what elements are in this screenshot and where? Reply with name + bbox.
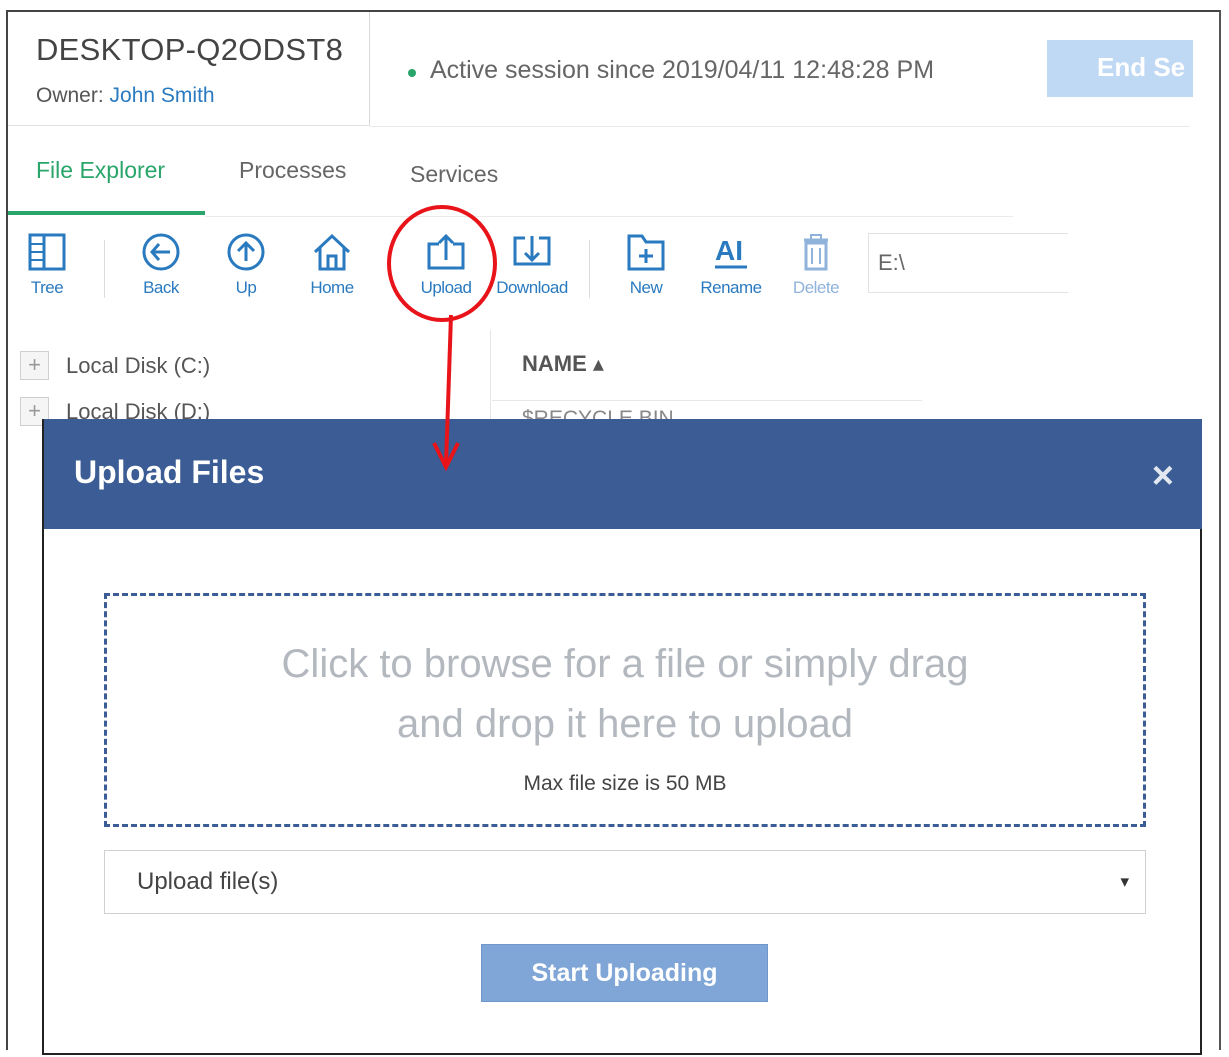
up-arrow-icon	[227, 233, 265, 271]
owner-name-link[interactable]: John Smith	[110, 84, 215, 107]
tree-node-label: Local Disk (C:)	[66, 352, 211, 378]
path-input[interactable]	[868, 233, 1068, 293]
tab-processes[interactable]: Processes	[239, 157, 346, 184]
annotation-arrow-icon	[432, 315, 460, 472]
tab-file-explorer[interactable]: File Explorer	[36, 157, 165, 184]
back-arrow-icon	[142, 233, 180, 271]
rename-label: Rename	[700, 278, 762, 297]
expand-icon[interactable]: +	[20, 351, 49, 380]
session-text: Active session since 2019/04/11 12:48:28…	[430, 56, 935, 84]
header-row-divider	[492, 400, 922, 401]
delete-label: Delete	[792, 278, 840, 297]
device-header: DESKTOP-Q2ODST8 Owner: John Smith	[8, 12, 370, 126]
tabs-divider	[205, 216, 1013, 217]
device-hostname: DESKTOP-Q2ODST8	[36, 32, 344, 67]
toolbar-separator	[104, 240, 105, 298]
new-label: New	[629, 278, 663, 297]
svg-text:AI: AI	[715, 235, 743, 266]
back-button[interactable]: Back	[123, 232, 199, 304]
pane-divider	[490, 330, 491, 430]
download-icon	[513, 236, 551, 266]
upload-files-dialog: Upload Files × Click to browse for a fil…	[42, 419, 1202, 1055]
chevron-down-icon: ▾	[1120, 872, 1129, 891]
end-session-button[interactable]: End Se	[1047, 40, 1193, 97]
dialog-title: Upload Files	[74, 454, 265, 490]
owner-label: Owner:	[36, 84, 104, 107]
close-icon[interactable]: ×	[1152, 457, 1174, 495]
max-file-size-note: Max file size is 50 MB	[523, 772, 727, 795]
home-label: Home	[310, 278, 354, 297]
tab-services[interactable]: Services	[410, 161, 498, 188]
session-status: Active session since 2019/04/11 12:48:28…	[408, 56, 934, 85]
new-folder-button[interactable]: New	[608, 232, 684, 304]
name-column-header[interactable]: NAME ▴	[522, 351, 604, 377]
download-label: Download	[496, 278, 568, 297]
back-label: Back	[143, 278, 179, 297]
device-owner: Owner: John Smith	[36, 84, 215, 108]
delete-button[interactable]: Delete	[778, 232, 854, 304]
drop-text-line-2: and drop it here to upload	[397, 702, 853, 746]
header-divider	[370, 126, 1190, 127]
trash-icon	[804, 234, 828, 271]
home-icon	[313, 233, 351, 271]
tree-label: Tree	[30, 278, 64, 297]
download-button[interactable]: Download	[493, 232, 571, 304]
upload-mode-select[interactable]: Upload file(s) ▾	[104, 850, 1146, 914]
rename-icon: AI	[715, 235, 747, 269]
active-tab-indicator	[8, 211, 205, 215]
toolbar-separator	[589, 240, 590, 298]
tree-button[interactable]: Tree	[9, 232, 85, 304]
drop-zone-text: Click to browse for a file or simply dra…	[107, 634, 1143, 754]
rename-button[interactable]: AI Rename	[693, 232, 769, 304]
new-folder-icon	[627, 234, 665, 271]
tree-icon	[28, 233, 66, 271]
dialog-header: Upload Files ×	[44, 419, 1202, 529]
upload-mode-value: Upload file(s)	[137, 868, 279, 895]
home-button[interactable]: Home	[294, 232, 370, 304]
tree-node-local-disk-c[interactable]: + Local Disk (C:)	[20, 351, 210, 380]
up-label: Up	[235, 278, 257, 297]
start-uploading-button[interactable]: Start Uploading	[481, 944, 768, 1002]
file-drop-zone[interactable]: Click to browse for a file or simply dra…	[104, 593, 1146, 827]
drop-text-line-1: Click to browse for a file or simply dra…	[281, 642, 969, 686]
annotation-highlight-circle	[387, 205, 497, 322]
status-dot-icon	[408, 68, 416, 77]
up-button[interactable]: Up	[208, 232, 284, 304]
